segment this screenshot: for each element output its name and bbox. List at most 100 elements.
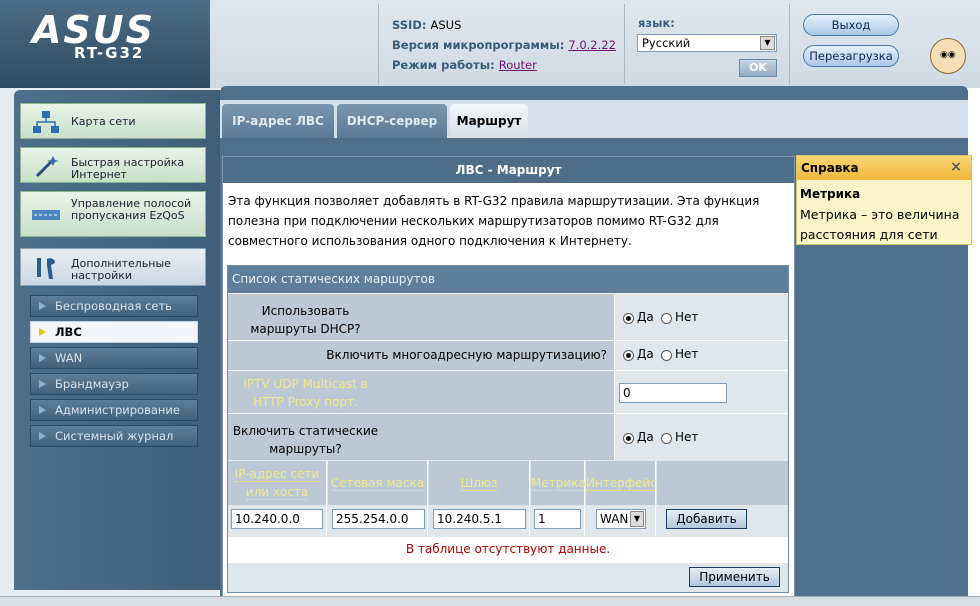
subitem-label: ЛВС <box>55 325 82 339</box>
header-divider <box>789 4 790 84</box>
column-header-mask[interactable]: Сетевая маска <box>328 461 428 505</box>
arrow-icon <box>39 406 46 414</box>
page-description: Эта функция позволяет добавлять в RT-G32… <box>228 194 760 248</box>
radio-label: Да <box>637 347 654 361</box>
sidebar-item-label: Быстрая настройка Интернет <box>71 156 185 181</box>
tab-route[interactable]: Маршрут <box>450 104 528 138</box>
route-metric-input[interactable]: 1 <box>534 509 581 529</box>
row-label: Включить многоадресную маршрутизацию? <box>326 348 607 362</box>
subitem-label: Системный журнал <box>55 429 174 443</box>
help-title: Справка <box>797 156 971 180</box>
firmware-link[interactable]: 7.0.2.22 <box>568 38 616 52</box>
mascot-icon: ◉◉ <box>930 38 966 74</box>
arrow-icon <box>39 432 46 440</box>
row-label: Использовать маршруты DHCP? <box>250 304 361 336</box>
iptv-port-input[interactable]: 0 <box>619 383 727 403</box>
route-interface-select[interactable]: WAN ▼ <box>596 509 646 529</box>
row-value: Да Нет <box>614 341 788 370</box>
multicast-yes-radio[interactable] <box>623 350 634 361</box>
mode-label: Режим работы: <box>392 58 495 72</box>
row-value: Да Нет <box>614 294 788 340</box>
column-header-gateway[interactable]: Шлюз <box>429 461 530 505</box>
dropdown-arrow-icon: ▼ <box>630 511 644 527</box>
column-label: Сетевая маска <box>330 476 425 491</box>
sidebar-subitem-administration[interactable]: Администрирование <box>30 399 198 421</box>
sidebar-item-label: Управление полосой пропускания EzQoS <box>71 197 192 222</box>
row-value: Да Нет <box>614 414 788 460</box>
firmware-label: Версия микропрограммы: <box>392 38 565 52</box>
sidebar-subitem-wan[interactable]: WAN <box>30 347 198 369</box>
help-text: Метрика – это величина расстояния для се… <box>800 207 960 242</box>
radio-label: Нет <box>675 430 699 444</box>
interface-value: WAN <box>600 512 629 526</box>
route-mask-input[interactable]: 255.254.0.0 <box>332 509 425 529</box>
radio-label: Нет <box>675 347 699 361</box>
mode-link[interactable]: Router <box>499 58 537 72</box>
network-map-icon <box>33 111 59 133</box>
sidebar-item-label: Дополнительные настройки <box>71 257 171 282</box>
language-ok-button[interactable]: OK <box>739 59 777 77</box>
column-label: IP-адрес сети или хоста <box>234 467 320 500</box>
row-multicast-routing: Включить многоадресную маршрутизацию? Да… <box>228 340 788 370</box>
column-header-interface[interactable]: Интерфейс <box>586 461 657 505</box>
add-route-button[interactable]: Добавить <box>666 509 747 529</box>
static-no-radio[interactable] <box>661 433 672 444</box>
close-icon[interactable]: × <box>948 159 964 175</box>
column-header-metric[interactable]: Метрика <box>531 461 586 505</box>
language-label: язык: <box>638 16 675 30</box>
subitem-label: WAN <box>55 351 83 365</box>
arrow-icon <box>39 302 46 310</box>
firmware-line: Версия микропрограммы: 7.0.2.22 <box>392 38 616 52</box>
apply-button[interactable]: Применить <box>689 567 780 587</box>
tools-icon <box>37 258 55 279</box>
arrow-icon <box>39 380 46 388</box>
bottom-strip <box>0 596 980 606</box>
static-yes-radio[interactable] <box>623 433 634 444</box>
row-value: 0 <box>614 371 788 413</box>
column-label: Шлюз <box>460 476 498 491</box>
ssid-line: SSID: ASUS <box>392 18 461 32</box>
column-header-actions <box>657 461 788 505</box>
route-ip-input[interactable]: 10.240.0.0 <box>231 509 323 529</box>
mode-line: Режим работы: Router <box>392 58 537 72</box>
reboot-button[interactable]: Перезагрузка <box>803 45 899 67</box>
model-name: RT-G32 <box>74 44 145 62</box>
subitem-label: Администрирование <box>55 403 180 417</box>
sidebar-subitem-wireless[interactable]: Беспроводная сеть <box>30 295 198 317</box>
header-divider <box>378 4 379 84</box>
page-title: ЛВС - Маршрут <box>223 157 794 183</box>
dhcp-yes-radio[interactable] <box>623 313 634 324</box>
tab-dhcp-server[interactable]: DHCP-сервер <box>337 104 447 138</box>
dhcp-no-radio[interactable] <box>661 313 672 324</box>
sidebar-item-advanced[interactable]: Дополнительные настройки <box>20 248 206 286</box>
ssid-label: SSID: <box>392 18 427 32</box>
column-label: Метрика <box>531 476 586 491</box>
radio-label: Да <box>637 310 654 324</box>
sidebar-item-ezqos[interactable]: Управление полосой пропускания EzQoS <box>20 191 206 237</box>
language-value: Русский <box>642 36 691 50</box>
sidebar-subitem-syslog[interactable]: Системный журнал <box>30 425 198 447</box>
tab-lan-ip[interactable]: IP-адрес ЛВС <box>222 104 334 138</box>
sidebar-item-quick-setup[interactable]: Быстрая настройка Интернет <box>20 147 206 183</box>
bandwidth-icon <box>32 210 60 220</box>
route-gateway-input[interactable]: 10.240.5.1 <box>433 509 526 529</box>
help-subtitle: Метрика <box>800 187 861 201</box>
arrow-icon <box>39 354 46 362</box>
table-title: Список статических маршрутов <box>228 266 788 293</box>
multicast-no-radio[interactable] <box>661 350 672 361</box>
ssid-value: ASUS <box>430 18 462 32</box>
column-label: Интерфейс <box>586 476 657 491</box>
subitem-label: Брандмауэр <box>55 377 129 391</box>
sidebar-item-network-map[interactable]: Карта сети <box>20 103 206 139</box>
row-label[interactable]: IPTV UDP Multicast в HTTP Proxy порт. <box>228 371 613 413</box>
row-use-dhcp-routes: Использовать маршруты DHCP? Да Нет <box>228 293 788 340</box>
column-header-ip[interactable]: IP-адрес сети или хоста <box>228 461 327 505</box>
sidebar-subitem-lan[interactable]: ЛВС <box>30 321 198 343</box>
logout-button[interactable]: Выход <box>803 14 899 36</box>
language-select[interactable]: Русский ▼ <box>637 34 777 52</box>
radio-label: Нет <box>675 310 699 324</box>
dropdown-arrow-icon: ▼ <box>760 36 775 50</box>
row-static-routes: Включить статические маршруты? Да Нет <box>228 413 788 460</box>
header-divider <box>624 4 625 84</box>
sidebar-subitem-firewall[interactable]: Брандмауэр <box>30 373 198 395</box>
